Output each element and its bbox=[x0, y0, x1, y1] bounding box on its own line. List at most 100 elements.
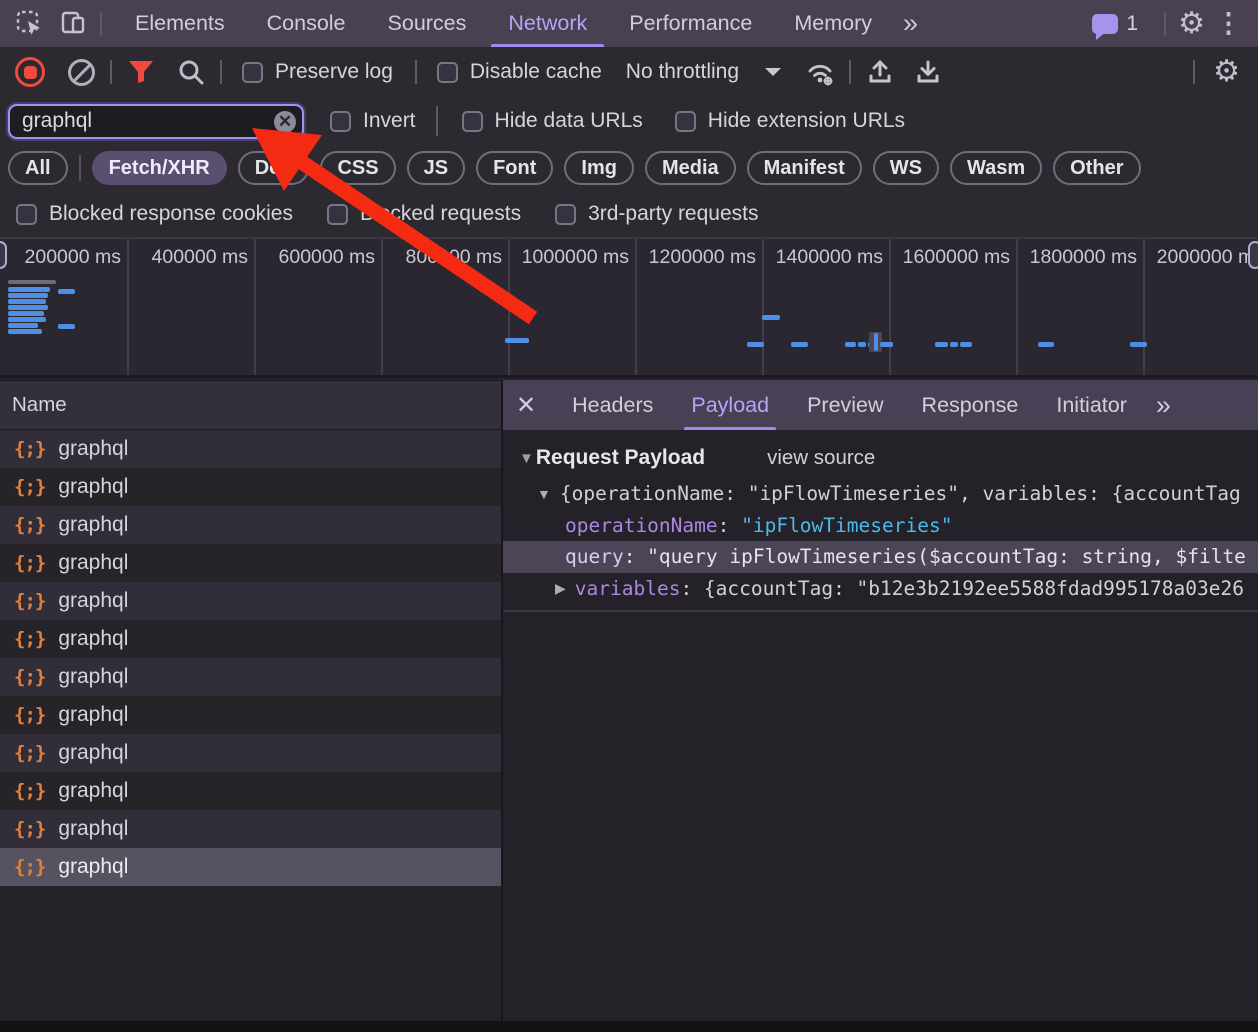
name-column-header[interactable]: Name bbox=[0, 380, 501, 430]
request-row[interactable]: {;}graphql bbox=[0, 582, 501, 620]
filter-funnel-icon[interactable] bbox=[124, 55, 158, 89]
expanded-arrow-icon[interactable]: ▼ bbox=[537, 486, 551, 502]
network-settings-gear-icon[interactable]: ⚙ bbox=[1213, 57, 1240, 87]
issues-icon[interactable] bbox=[1092, 14, 1118, 34]
request-name: graphql bbox=[58, 817, 128, 841]
request-name: graphql bbox=[58, 551, 128, 575]
settings-gear-icon[interactable]: ⚙ bbox=[1178, 9, 1205, 39]
request-row[interactable]: {;}graphql bbox=[0, 658, 501, 696]
request-row-selected[interactable]: {;}graphql bbox=[0, 848, 501, 886]
network-conditions-icon[interactable] bbox=[803, 55, 837, 89]
inspect-element-icon[interactable] bbox=[14, 9, 44, 39]
request-name: graphql bbox=[58, 741, 128, 765]
chip-css[interactable]: CSS bbox=[320, 151, 395, 185]
payload-tree-line[interactable]: operationName: "ipFlowTimeseries" bbox=[503, 510, 1258, 542]
request-row[interactable]: {;}graphql bbox=[0, 810, 501, 848]
payload-token: : {accountTag: "b12e3b2192ee5588fdad9951… bbox=[680, 577, 1244, 600]
chip-wasm[interactable]: Wasm bbox=[950, 151, 1042, 185]
3rd-party-requests-checkbox[interactable]: 3rd-party requests bbox=[555, 202, 758, 226]
issues-count: 1 bbox=[1126, 12, 1138, 36]
request-row[interactable]: {;} graphql bbox=[0, 506, 501, 544]
detail-tab-preview[interactable]: Preview bbox=[788, 380, 902, 430]
blocked-requests-checkbox[interactable]: Blocked requests bbox=[327, 202, 521, 226]
overview-right-handle[interactable] bbox=[1248, 241, 1258, 269]
filter-input[interactable] bbox=[22, 109, 262, 133]
divider bbox=[436, 106, 438, 136]
throttling-select[interactable]: No throttling bbox=[626, 60, 739, 84]
fetch-xhr-icon: {;} bbox=[14, 438, 45, 460]
chip-font[interactable]: Font bbox=[476, 151, 553, 185]
chip-all[interactable]: All bbox=[8, 151, 68, 185]
chip-doc[interactable]: Doc bbox=[238, 151, 310, 185]
invert-checkbox[interactable]: Invert bbox=[330, 109, 416, 133]
detail-tab-initiator[interactable]: Initiator bbox=[1037, 380, 1146, 430]
device-toolbar-icon[interactable] bbox=[58, 9, 88, 39]
export-har-icon[interactable] bbox=[911, 55, 945, 89]
chip-media[interactable]: Media bbox=[645, 151, 736, 185]
payload-tree-line[interactable]: query: "query ipFlowTimeseries($accountT… bbox=[503, 541, 1258, 573]
hide-extension-urls-checkbox[interactable]: Hide extension URLs bbox=[675, 109, 905, 133]
tab-console[interactable]: Console bbox=[246, 0, 367, 47]
tab-elements[interactable]: Elements bbox=[114, 0, 246, 47]
payload-tree-line[interactable]: ▶variables: {accountTag: "b12e3b2192ee55… bbox=[503, 573, 1258, 605]
request-row[interactable]: {;} graphql bbox=[0, 430, 501, 468]
more-panels-icon[interactable]: » bbox=[893, 8, 926, 39]
import-har-icon[interactable] bbox=[863, 55, 897, 89]
preserve-log-checkbox[interactable]: Preserve log bbox=[242, 60, 393, 84]
chip-ws[interactable]: WS bbox=[873, 151, 939, 185]
section-collapse-icon[interactable]: ▼ bbox=[519, 450, 534, 467]
payload-token: query bbox=[565, 545, 624, 568]
fetch-xhr-icon: {;} bbox=[14, 514, 45, 536]
collapsed-arrow-icon[interactable]: ▶ bbox=[555, 580, 566, 597]
request-row[interactable]: {;}graphql bbox=[0, 468, 501, 506]
fetch-xhr-icon: {;} bbox=[14, 590, 45, 612]
overview-request-bar bbox=[58, 289, 75, 294]
request-name: graphql bbox=[58, 513, 128, 537]
more-filters-row: Blocked response cookies Blocked requests… bbox=[0, 191, 1258, 237]
chip-fetch-xhr[interactable]: Fetch/XHR bbox=[92, 151, 227, 185]
request-name: graphql bbox=[58, 437, 128, 461]
overview-left-handle[interactable] bbox=[0, 241, 7, 269]
request-row[interactable]: {;}graphql bbox=[0, 696, 501, 734]
close-detail-icon[interactable]: ✕ bbox=[503, 391, 553, 420]
more-detail-tabs-icon[interactable]: » bbox=[1146, 390, 1179, 421]
detail-tab-payload[interactable]: Payload bbox=[672, 380, 788, 430]
detail-tab-response[interactable]: Response bbox=[903, 380, 1038, 430]
chip-img[interactable]: Img bbox=[564, 151, 634, 185]
overview-request-bar bbox=[8, 311, 44, 316]
divider bbox=[100, 12, 102, 36]
request-row[interactable]: {;}graphql bbox=[0, 544, 501, 582]
request-payload-section-header[interactable]: ▼ Request Payload view source bbox=[503, 430, 1258, 478]
disable-cache-checkbox[interactable]: Disable cache bbox=[437, 60, 602, 84]
hide-data-urls-checkbox[interactable]: Hide data URLs bbox=[462, 109, 643, 133]
payload-token: operationName bbox=[565, 514, 718, 537]
tab-network[interactable]: Network bbox=[487, 0, 608, 47]
fetch-xhr-icon: {;} bbox=[14, 628, 45, 650]
throttling-caret-icon[interactable] bbox=[765, 68, 781, 84]
clear-network-log-button[interactable] bbox=[64, 55, 98, 89]
clear-filter-icon[interactable]: ✕ bbox=[274, 111, 296, 133]
devtools-window: ElementsConsoleSourcesNetworkPerformance… bbox=[0, 0, 1258, 1032]
tab-sources[interactable]: Sources bbox=[367, 0, 488, 47]
network-overview-timeline[interactable]: 200000 ms400000 ms600000 ms800000 ms1000… bbox=[0, 237, 1258, 378]
payload-tree-line[interactable]: ▼{operationName: "ipFlowTimeseries", var… bbox=[503, 478, 1258, 510]
chip-js[interactable]: JS bbox=[407, 151, 465, 185]
chip-manifest[interactable]: Manifest bbox=[747, 151, 862, 185]
chip-other[interactable]: Other bbox=[1053, 151, 1140, 185]
view-source-link[interactable]: view source bbox=[767, 446, 875, 470]
overview-request-bar bbox=[1038, 342, 1054, 347]
record-network-log-button[interactable] bbox=[13, 55, 47, 89]
blocked-response-cookies-checkbox[interactable]: Blocked response cookies bbox=[16, 202, 293, 226]
overview-tick-label: 2000000 ms bbox=[1090, 246, 1258, 269]
request-list-panel: Name {;} graphql {;} graphql {;} graphql {;} gr… bbox=[0, 380, 501, 1021]
tab-memory[interactable]: Memory bbox=[773, 0, 893, 47]
panel-tabs: ElementsConsoleSourcesNetworkPerformance… bbox=[114, 0, 893, 47]
detail-tab-headers[interactable]: Headers bbox=[553, 380, 672, 430]
network-toolbar: Preserve log Disable cache No throttling bbox=[0, 47, 1258, 97]
request-row[interactable]: {;}graphql bbox=[0, 734, 501, 772]
search-icon[interactable] bbox=[174, 55, 208, 89]
request-row[interactable]: {;}graphql bbox=[0, 620, 501, 658]
main-menu-kebab-icon[interactable]: ⋮ bbox=[1205, 8, 1258, 39]
request-row[interactable]: {;}graphql bbox=[0, 772, 501, 810]
tab-performance[interactable]: Performance bbox=[608, 0, 773, 47]
